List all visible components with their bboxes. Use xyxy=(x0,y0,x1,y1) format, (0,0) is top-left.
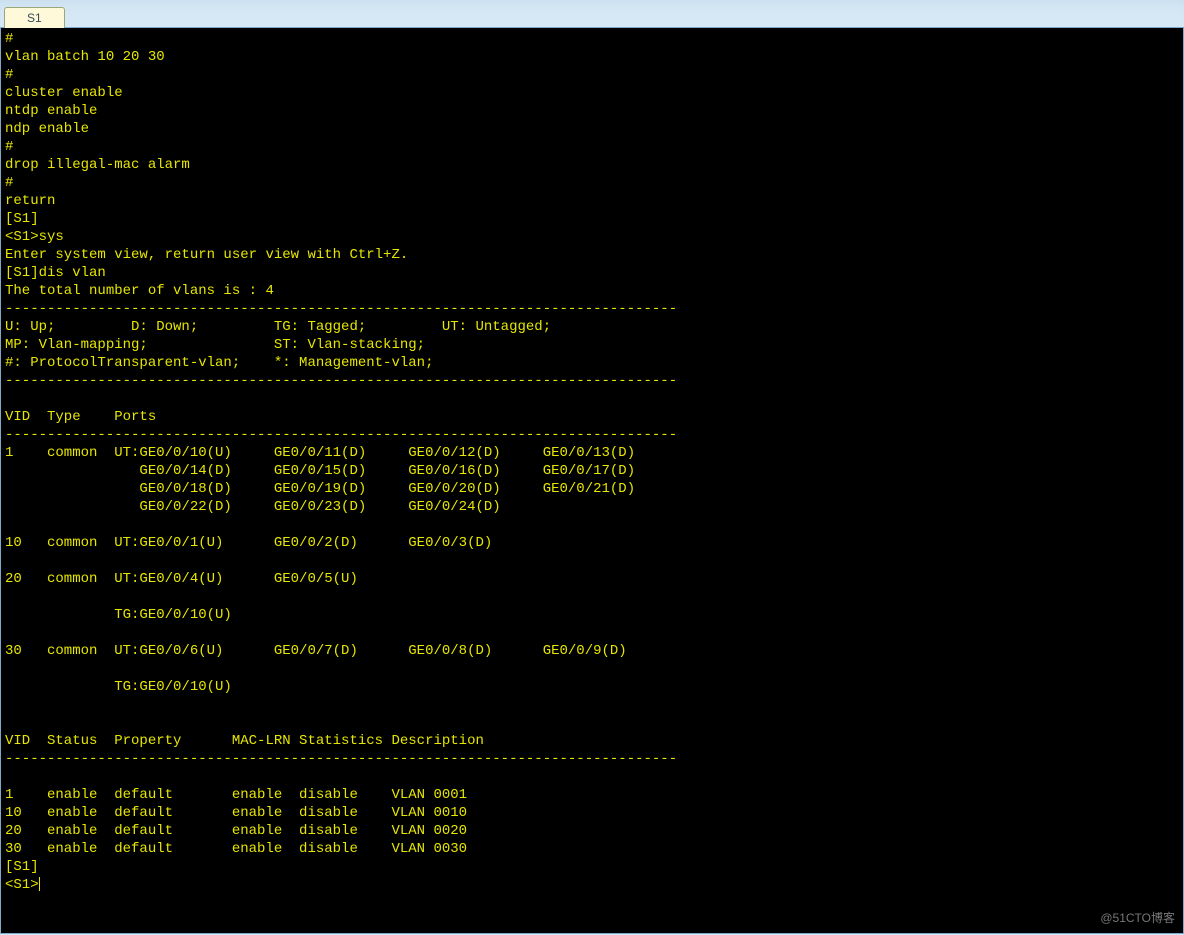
terminal-prompt-line[interactable]: <S1> xyxy=(5,876,1179,894)
tab-s1[interactable]: S1 xyxy=(4,7,65,28)
terminal-output: # vlan batch 10 20 30 # cluster enable n… xyxy=(5,30,1179,876)
tab-bar: S1 xyxy=(0,0,1184,28)
watermark: @51CTO博客 xyxy=(1100,909,1175,927)
terminal-prompt: <S1> xyxy=(5,877,39,893)
terminal-window[interactable]: # vlan batch 10 20 30 # cluster enable n… xyxy=(0,28,1184,934)
terminal-cursor xyxy=(39,877,40,891)
